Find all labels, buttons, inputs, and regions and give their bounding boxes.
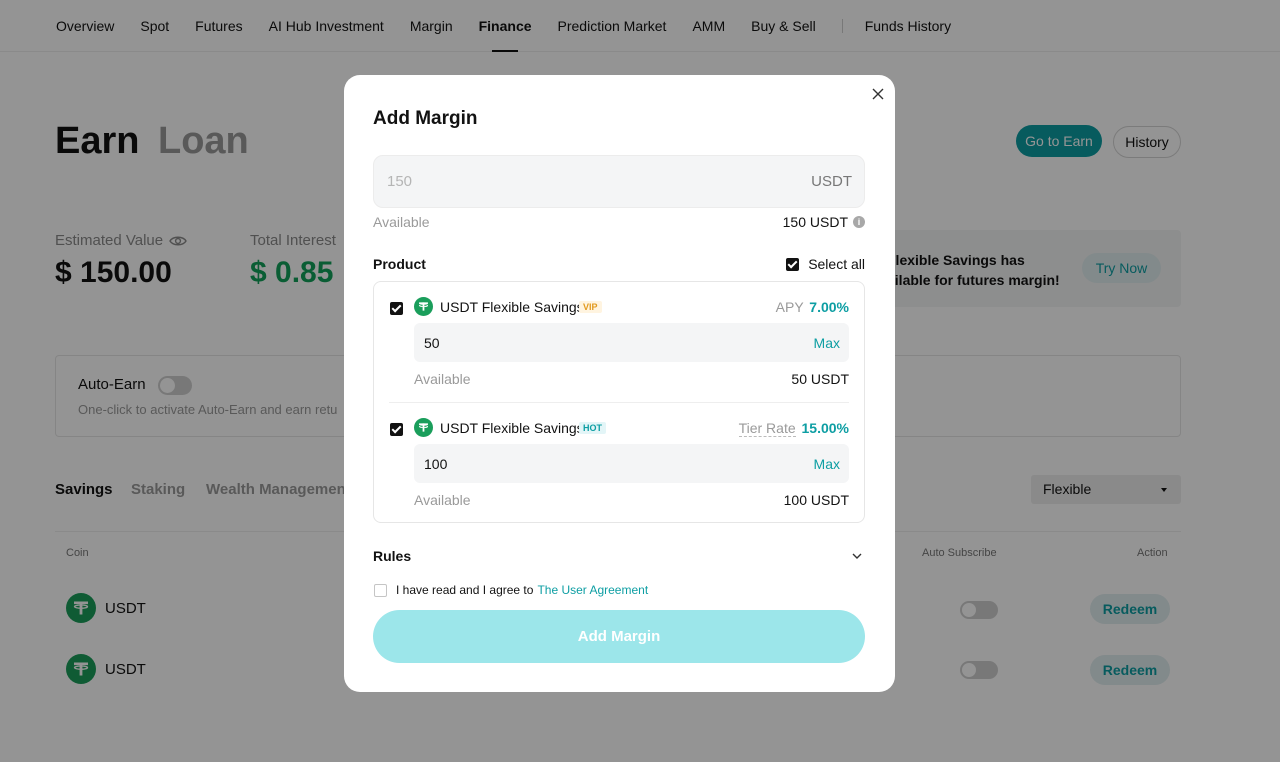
amount-unit: USDT — [811, 173, 852, 190]
product-amount: 100 — [424, 456, 448, 472]
product-item: USDT Flexible Savings VIP APY 7.00% 50 M… — [374, 282, 864, 392]
agreement-text: I have read and I agree to — [396, 583, 534, 597]
amount-placeholder: 150 — [387, 173, 413, 190]
add-margin-modal: Add Margin 150 USDT Available 150 USDT i… — [344, 75, 895, 692]
product-rate: APY 7.00% — [776, 299, 849, 315]
vip-badge: VIP — [579, 301, 602, 313]
agreement-checkbox[interactable] — [374, 583, 387, 597]
product-available-label: Available — [414, 492, 471, 508]
add-margin-submit-button[interactable]: Add Margin — [373, 610, 865, 663]
product-checkbox[interactable] — [390, 423, 403, 436]
rate-value: 15.00% — [801, 420, 849, 436]
product-amount-input[interactable]: 50 Max — [414, 323, 849, 362]
product-available-value: 100 USDT — [783, 492, 849, 508]
product-available-label: Available — [414, 371, 471, 387]
chevron-down-icon[interactable] — [852, 551, 862, 561]
product-list: USDT Flexible Savings VIP APY 7.00% 50 M… — [373, 281, 865, 523]
select-all-checkbox[interactable] — [786, 257, 800, 271]
rules-toggle[interactable]: Rules — [373, 548, 411, 564]
select-all-label: Select all — [808, 256, 865, 272]
usdt-icon — [414, 418, 433, 437]
product-item: USDT Flexible Savings HOT Tier Rate 15.0… — [374, 403, 864, 513]
product-rate: Tier Rate 15.00% — [738, 420, 849, 437]
available-label: Available — [373, 214, 430, 230]
available-amount: 150 USDT — [782, 214, 848, 230]
product-amount-input[interactable]: 100 Max — [414, 444, 849, 483]
tier-rate-label[interactable]: Tier Rate — [738, 420, 796, 437]
agreement-row: I have read and I agree to The User Agre… — [374, 583, 648, 597]
product-label: Product — [373, 256, 426, 272]
max-button[interactable]: Max — [814, 456, 840, 472]
available-value: 150 USDT i — [783, 214, 865, 230]
max-button[interactable]: Max — [814, 335, 840, 351]
product-name: USDT Flexible Savings — [440, 420, 584, 436]
modal-title: Add Margin — [373, 108, 478, 129]
product-name: USDT Flexible Savings — [440, 299, 584, 315]
user-agreement-link[interactable]: The User Agreement — [537, 583, 648, 597]
hot-badge: HOT — [579, 422, 606, 434]
product-checkbox[interactable] — [390, 302, 403, 315]
margin-amount-input[interactable]: 150 USDT — [373, 155, 865, 208]
info-icon[interactable]: i — [853, 216, 865, 228]
product-amount: 50 — [424, 335, 440, 351]
rate-value: 7.00% — [809, 299, 849, 315]
usdt-icon — [414, 297, 433, 316]
product-available-value: 50 USDT — [791, 371, 849, 387]
select-all[interactable]: Select all — [786, 256, 865, 272]
close-icon[interactable] — [872, 88, 884, 100]
rate-label: APY — [775, 299, 804, 315]
